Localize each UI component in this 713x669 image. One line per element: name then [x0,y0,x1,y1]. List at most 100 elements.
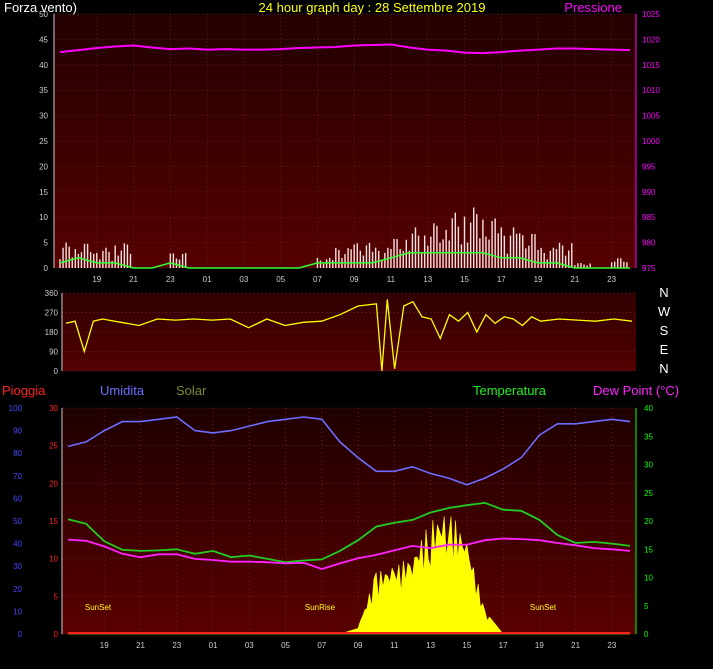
temperature-y-tick-label: 5 [644,602,649,611]
solar-label: Solar [176,383,207,398]
weather-x-tick-label: 09 [354,641,363,650]
direction-y-tick-label: 180 [45,328,59,337]
wind-x-tick-label: 01 [203,275,212,284]
humidity-y-tick-label: 100 [9,404,23,413]
wind-y-tick-label: 40 [39,61,48,70]
wind-x-tick-label: 23 [166,275,175,284]
wind-x-tick-label: 09 [350,275,359,284]
pressure-y-tick-label: 990 [642,188,656,197]
wind-direction-panel: 360 270 180 90 0 N W S E N [45,285,671,376]
weather-x-tick-label: 05 [281,641,290,650]
wind-pressure-panel: 5045403530252015105010251020101510101005… [4,0,660,284]
humidity-y-tick-label: 50 [13,517,22,526]
direction-label-s: S [660,323,669,338]
temperature-y-tick-label: 40 [644,404,653,413]
direction-label-w: W [658,304,671,319]
weather-x-tick-label: 07 [317,641,326,650]
rain-y-tick-label: 15 [49,517,58,526]
wind-y-tick-label: 45 [39,35,48,44]
humidity-label: Umidita [100,383,145,398]
wind-speed-label: Forza vento) [4,0,77,15]
wind-x-tick-label: 19 [534,275,543,284]
weather-x-tick-label: 21 [571,641,580,650]
humidity-y-tick-label: 90 [13,427,22,436]
direction-label-n-top: N [659,285,668,300]
wind-x-tick-label: 03 [239,275,248,284]
pressure-y-tick-label: 1015 [642,61,660,70]
temperature-y-tick-label: 30 [644,461,653,470]
wind-x-tick-label: 21 [570,275,579,284]
wind-x-tick-label: 19 [92,275,101,284]
weather-x-tick-label: 21 [136,641,145,650]
pressure-y-tick-label: 1005 [642,112,660,121]
wind-y-tick-label: 0 [44,264,49,273]
direction-ticks: 360 270 180 90 0 [45,289,59,376]
temperature-y-tick-label: 10 [644,574,653,583]
sunset-annotation-1: SunSet [85,603,112,612]
weather-x-tick-label: 03 [245,641,254,650]
direction-y-tick-label: 90 [49,348,58,357]
weather-x-tick-label: 13 [426,641,435,650]
humidity-y-tick-label: 10 [13,607,22,616]
weather-graph-page: 50 45 40 35 30 25 20 15 10 5 0 1025 1020 1015 1010 1005… [0,0,713,669]
wind-x-tick-label: 11 [387,275,396,284]
rain-y-tick-label: 10 [49,555,58,564]
humidity-y-tick-label: 30 [13,562,22,571]
wind-y-tick-label: 25 [39,137,48,146]
humidity-y-tick-label: 70 [13,472,22,481]
pressure-y-tick-label: 995 [642,162,656,171]
wind-x-tick-label: 07 [313,275,322,284]
weather-panel: 3025201510501009080706050403020100403530… [2,383,679,650]
rain-y-tick-label: 25 [49,442,58,451]
weather-x-tick-label: 19 [100,641,109,650]
rain-y-tick-label: 5 [54,592,59,601]
temperature-y-tick-label: 25 [644,489,653,498]
wind-plot-background [54,14,636,268]
direction-y-tick-label: 0 [54,367,59,376]
wind-y-tick-label: 30 [39,112,48,121]
humidity-y-tick-label: 80 [13,449,22,458]
wind-y-tick-label: 5 [44,239,49,248]
sunset-annotation-2: SunSet [530,603,557,612]
direction-y-tick-label: 270 [45,309,59,318]
weather-x-tick-label: 15 [462,641,471,650]
temperature-y-tick-label: 35 [644,432,653,441]
temperature-y-tick-label: 0 [644,630,649,639]
humidity-y-tick-label: 40 [13,540,22,549]
wind-y-tick-label: 20 [39,162,48,171]
weather-x-tick-label: 11 [390,641,399,650]
sunrise-annotation: SunRise [305,603,336,612]
wind-x-tick-label: 05 [276,275,285,284]
rain-label: Pioggia [2,383,46,398]
temperature-y-tick-label: 15 [644,545,653,554]
wind-x-tick-label: 17 [497,275,506,284]
chart-title: 24 hour graph day : 28 Settembre 2019 [259,0,486,15]
wind-x-tick-label: 21 [129,275,138,284]
temperature-label: Temperatura [473,383,547,398]
direction-y-tick-label: 360 [45,289,59,298]
weather-plot-background [62,408,636,634]
pressure-y-tick-label: 985 [642,213,656,222]
wind-x-tick-label: 23 [607,275,616,284]
dewpoint-label: Dew Point (°C) [593,383,679,398]
humidity-y-tick-label: 0 [18,630,23,639]
pressure-y-tick-label: 1000 [642,137,660,146]
pressure-y-tick-label: 1020 [642,35,660,44]
wind-y-tick-label: 35 [39,86,48,95]
rain-y-tick-label: 20 [49,479,58,488]
pressure-y-tick-label: 975 [642,264,656,273]
pressure-y-tick-label: 980 [642,239,656,248]
humidity-y-tick-label: 60 [13,494,22,503]
weather-x-tick-label: 23 [607,641,616,650]
pressure-y-tick-label: 1010 [642,86,660,95]
wind-y-tick-label: 15 [39,188,48,197]
pressure-y-tick-label: 1025 [642,10,660,19]
direction-plot-background [62,293,636,371]
rain-y-tick-label: 0 [54,630,59,639]
temperature-y-tick-label: 20 [644,517,653,526]
weather-x-tick-label: 19 [535,641,544,650]
humidity-y-tick-label: 20 [13,585,22,594]
chart-canvas: 5045403530252015105010251020101510101005… [2,0,679,650]
weather-x-tick-label: 23 [172,641,181,650]
wind-x-tick-label: 15 [460,275,469,284]
